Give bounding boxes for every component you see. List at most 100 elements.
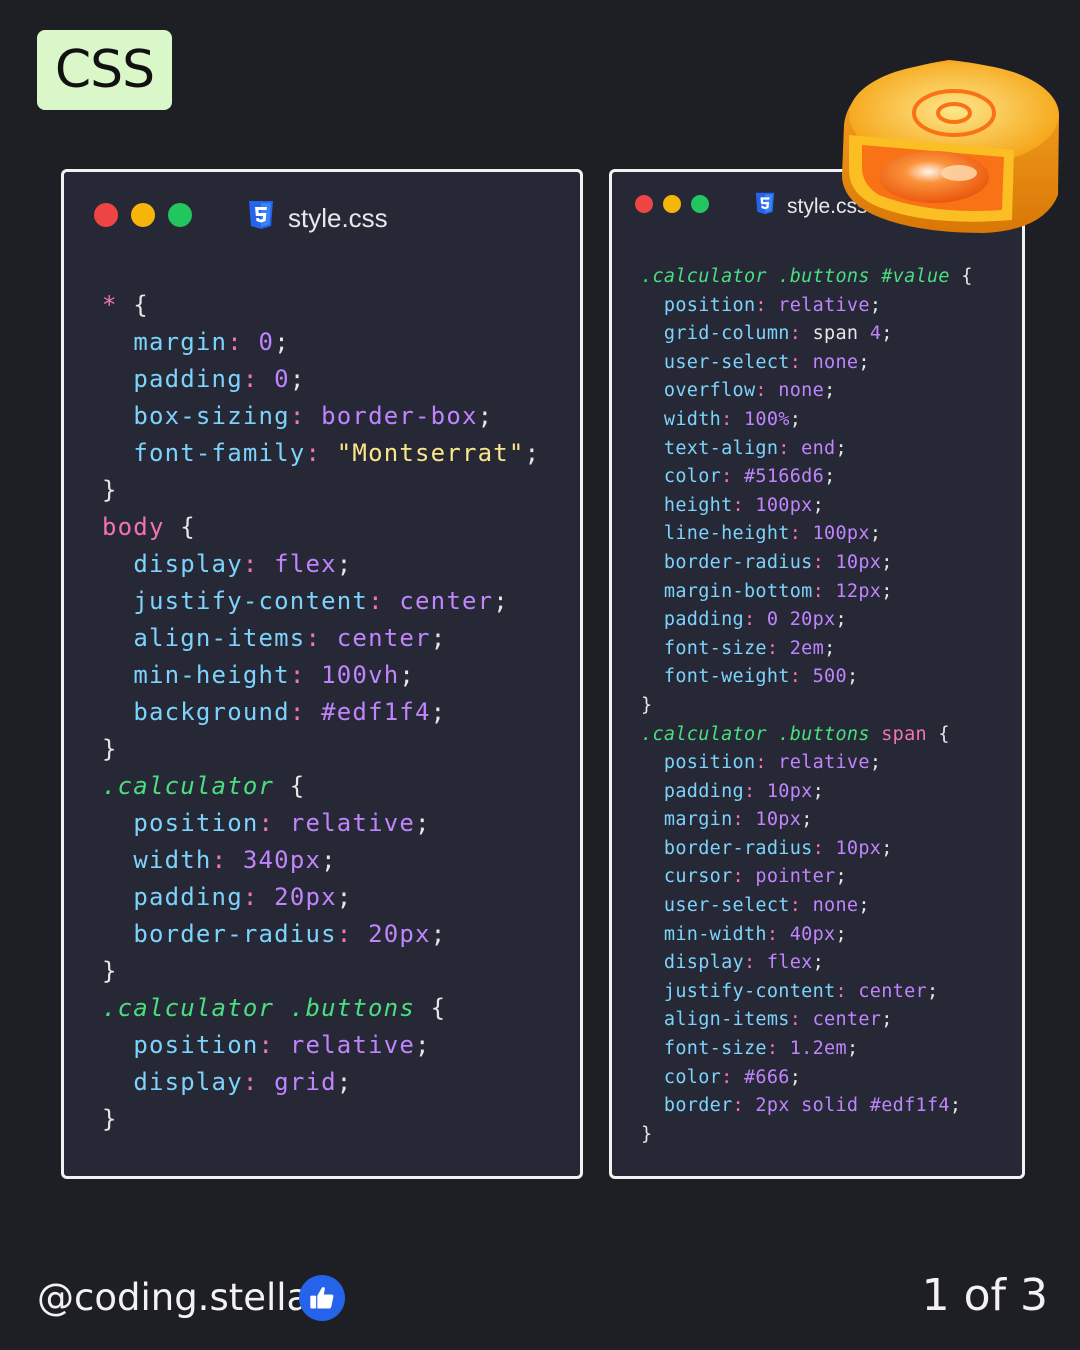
code-token: ; [835, 923, 847, 945]
code-token: center [399, 587, 494, 615]
maximize-dot-icon[interactable] [168, 203, 192, 227]
code-token: relative [778, 752, 870, 774]
code-token: ; [835, 866, 847, 888]
code-token: color [663, 1066, 722, 1088]
code-token: 4 [869, 323, 882, 345]
code-line: position: relative; [102, 805, 540, 842]
code-line: border: 2px solid #edf1f4; [641, 1092, 973, 1121]
code-line: box-sizing: border-box; [102, 398, 540, 435]
code-token: end [801, 437, 836, 459]
code-token: 2em [789, 637, 825, 659]
code-token: : [789, 323, 813, 345]
code-line: user-select: none; [641, 892, 973, 921]
thumbs-up-icon[interactable] [299, 1275, 345, 1321]
code-token: ; [949, 1095, 962, 1117]
code-token: position [663, 294, 756, 316]
code-token: relative [778, 294, 870, 316]
minimize-dot-icon[interactable] [663, 195, 681, 213]
code-window-2: style.css .calculator .buttons #value { … [609, 169, 1025, 1179]
code-token: none [812, 351, 859, 373]
code-token: : [732, 809, 756, 831]
code-token: line-height [663, 523, 790, 545]
close-dot-icon[interactable] [94, 203, 118, 227]
code-line: color: #666; [641, 1064, 973, 1093]
code-token: : [743, 780, 767, 802]
code-token: * [102, 291, 118, 319]
file-tab[interactable]: style.css [248, 200, 388, 237]
code-token: 10px [766, 780, 813, 802]
code-line: justify-content: center; [102, 583, 540, 620]
code-token: : [789, 895, 813, 917]
code-line: .calculator { [102, 768, 540, 805]
code-token: border-radius [663, 837, 813, 859]
code-token: ; [927, 980, 939, 1002]
code-token: : [732, 866, 756, 888]
code-block: .calculator .buttons #value { position: … [641, 263, 973, 1149]
code-token: box-sizing [133, 402, 290, 430]
code-token: margin-bottom [663, 580, 813, 602]
code-token: color [663, 466, 722, 488]
mooncake-icon [834, 55, 1064, 235]
maximize-dot-icon[interactable] [691, 195, 709, 213]
code-token: justify-content [133, 587, 369, 615]
close-dot-icon[interactable] [635, 195, 653, 213]
code-token: ; [789, 1066, 802, 1088]
code-token: flex [766, 952, 813, 974]
code-token: : [305, 439, 337, 467]
author-handle[interactable]: @coding.stella [37, 1276, 309, 1319]
css-badge: CSS [37, 30, 172, 110]
code-token: 340px [242, 846, 322, 874]
code-line: line-height: 100px; [641, 520, 973, 549]
code-line: font-weight: 500; [641, 663, 973, 692]
code-line: padding: 10px; [641, 778, 973, 807]
code-line: .calculator .buttons #value { [641, 263, 973, 292]
code-token: font-size [663, 637, 767, 659]
code-line: position: relative; [102, 1027, 540, 1064]
code-token: } [102, 476, 118, 504]
code-token: ; [336, 1068, 353, 1096]
code-line: font-size: 2em; [641, 635, 973, 664]
code-token: ; [881, 1009, 893, 1031]
code-token: { [949, 266, 973, 287]
code-line: align-items: center; [102, 620, 540, 657]
code-token: : [812, 551, 836, 573]
code-token: : [789, 351, 813, 373]
code-token: ; [858, 351, 870, 373]
code-line: margin: 10px; [641, 806, 973, 835]
minimize-dot-icon[interactable] [131, 203, 155, 227]
code-token: ; [869, 294, 882, 316]
code-token: border-radius [133, 920, 337, 948]
code-token: ; [824, 466, 836, 488]
code-token: : [789, 523, 813, 545]
code-token: ; [336, 883, 353, 911]
code-line: border-radius: 10px; [641, 549, 973, 578]
code-token: center [858, 980, 927, 1002]
code-token: body [102, 513, 165, 541]
code-token: display [133, 550, 243, 578]
code-token: ; [846, 666, 859, 688]
code-token: "Montserrat" [336, 439, 525, 467]
code-token: ; [477, 402, 494, 430]
code-line: * { [102, 287, 540, 324]
code-line: padding: 0 20px; [641, 606, 973, 635]
code-token: ; [801, 809, 813, 831]
code-token: grid [274, 1068, 337, 1096]
code-token: padding [133, 883, 243, 911]
code-token: ; [524, 439, 541, 467]
code-token: ; [835, 437, 847, 459]
code-token: ; [824, 637, 836, 659]
code-line: .calculator .buttons { [102, 990, 540, 1027]
code-line: position: relative; [641, 292, 973, 321]
